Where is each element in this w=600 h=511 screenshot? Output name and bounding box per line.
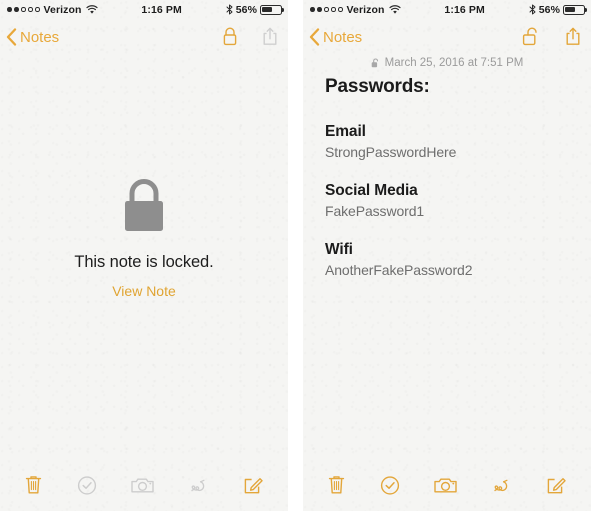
- status-bar-time: 1:16 PM: [141, 3, 182, 16]
- scribble-icon[interactable]: [188, 474, 210, 497]
- carrier-label: Verizon: [43, 3, 82, 16]
- note-entry-value: FakePassword1: [325, 203, 425, 219]
- battery-fill: [565, 6, 576, 13]
- signal-strength-dots: [310, 7, 343, 12]
- lock-open-small-icon: [371, 57, 378, 67]
- lock-closed-icon[interactable]: [221, 26, 239, 48]
- comparison-screenshot: Verizon 1:16 PM 56% Notes This note is l…: [0, 0, 600, 511]
- view-note-button[interactable]: View Note: [112, 283, 176, 299]
- bottom-toolbar: [303, 462, 591, 511]
- status-bar-left: Verizon: [310, 4, 444, 16]
- wifi-icon: [85, 4, 98, 14]
- note-date-row: March 25, 2016 at 7:51 PM: [303, 57, 591, 69]
- camera-icon[interactable]: [433, 474, 458, 497]
- back-button-label: Notes: [323, 28, 363, 46]
- status-bar-right: 56%: [182, 3, 285, 16]
- share-icon[interactable]: [261, 26, 279, 48]
- back-button[interactable]: Notes: [6, 28, 59, 46]
- compose-icon[interactable]: [243, 474, 264, 497]
- bottom-toolbar: [0, 462, 288, 511]
- locked-note-placeholder: This note is locked. View Note: [0, 175, 288, 299]
- note-entry-label: Wifi: [325, 241, 353, 258]
- phone-screen-locked-note: Verizon 1:16 PM 56% Notes This note is l…: [0, 0, 288, 511]
- trash-icon[interactable]: [24, 474, 43, 497]
- phone-screen-unlocked-note: Verizon 1:16 PM 56% Notes March 25, 2016…: [303, 0, 591, 511]
- share-icon[interactable]: [564, 26, 582, 48]
- navigation-actions: [522, 26, 582, 48]
- trash-icon[interactable]: [327, 474, 346, 497]
- status-bar-right: 56%: [485, 3, 588, 16]
- note-entry-value: StrongPasswordHere: [325, 144, 457, 160]
- battery-fill: [262, 6, 273, 13]
- status-bar: Verizon 1:16 PM 56%: [0, 0, 288, 19]
- battery-icon: [260, 4, 285, 15]
- note-entry-label: Email: [325, 123, 366, 140]
- battery-icon: [563, 4, 588, 15]
- note-date-label: March 25, 2016 at 7:51 PM: [384, 57, 524, 69]
- bluetooth-icon: [529, 4, 536, 15]
- checklist-circle-icon[interactable]: [379, 474, 401, 497]
- navigation-bar: Notes: [0, 19, 288, 55]
- lock-closed-large-icon: [125, 179, 163, 231]
- status-bar-time: 1:16 PM: [444, 3, 485, 16]
- wifi-icon: [388, 4, 401, 14]
- bluetooth-icon: [226, 4, 233, 15]
- navigation-actions: [221, 26, 279, 48]
- locked-note-message: This note is locked.: [74, 253, 214, 271]
- lock-open-icon[interactable]: [522, 26, 542, 48]
- navigation-bar: Notes: [303, 19, 591, 55]
- scribble-icon[interactable]: [491, 474, 513, 497]
- note-entry-label: Social Media: [325, 182, 418, 199]
- note-entry: Social Media FakePassword1: [325, 182, 569, 219]
- note-title: Passwords:: [325, 76, 430, 97]
- panel-gutter: [288, 0, 303, 511]
- note-entry: Email StrongPasswordHere: [325, 123, 569, 160]
- signal-strength-dots: [7, 7, 40, 12]
- note-body[interactable]: Passwords: Email StrongPasswordHere Soci…: [303, 76, 591, 278]
- chevron-left-icon: [309, 28, 320, 46]
- battery-percent-label: 56%: [538, 3, 561, 16]
- note-entry-value: AnotherFakePassword2: [325, 262, 473, 278]
- status-bar: Verizon 1:16 PM 56%: [303, 0, 591, 19]
- battery-percent-label: 56%: [235, 3, 258, 16]
- carrier-label: Verizon: [346, 3, 385, 16]
- back-button[interactable]: Notes: [309, 28, 362, 46]
- checklist-circle-icon[interactable]: [76, 474, 98, 497]
- back-button-label: Notes: [20, 28, 60, 46]
- status-bar-left: Verizon: [7, 4, 141, 16]
- note-entry: Wifi AnotherFakePassword2: [325, 241, 569, 278]
- chevron-left-icon: [6, 28, 17, 46]
- compose-icon[interactable]: [546, 474, 567, 497]
- camera-icon[interactable]: [130, 474, 155, 497]
